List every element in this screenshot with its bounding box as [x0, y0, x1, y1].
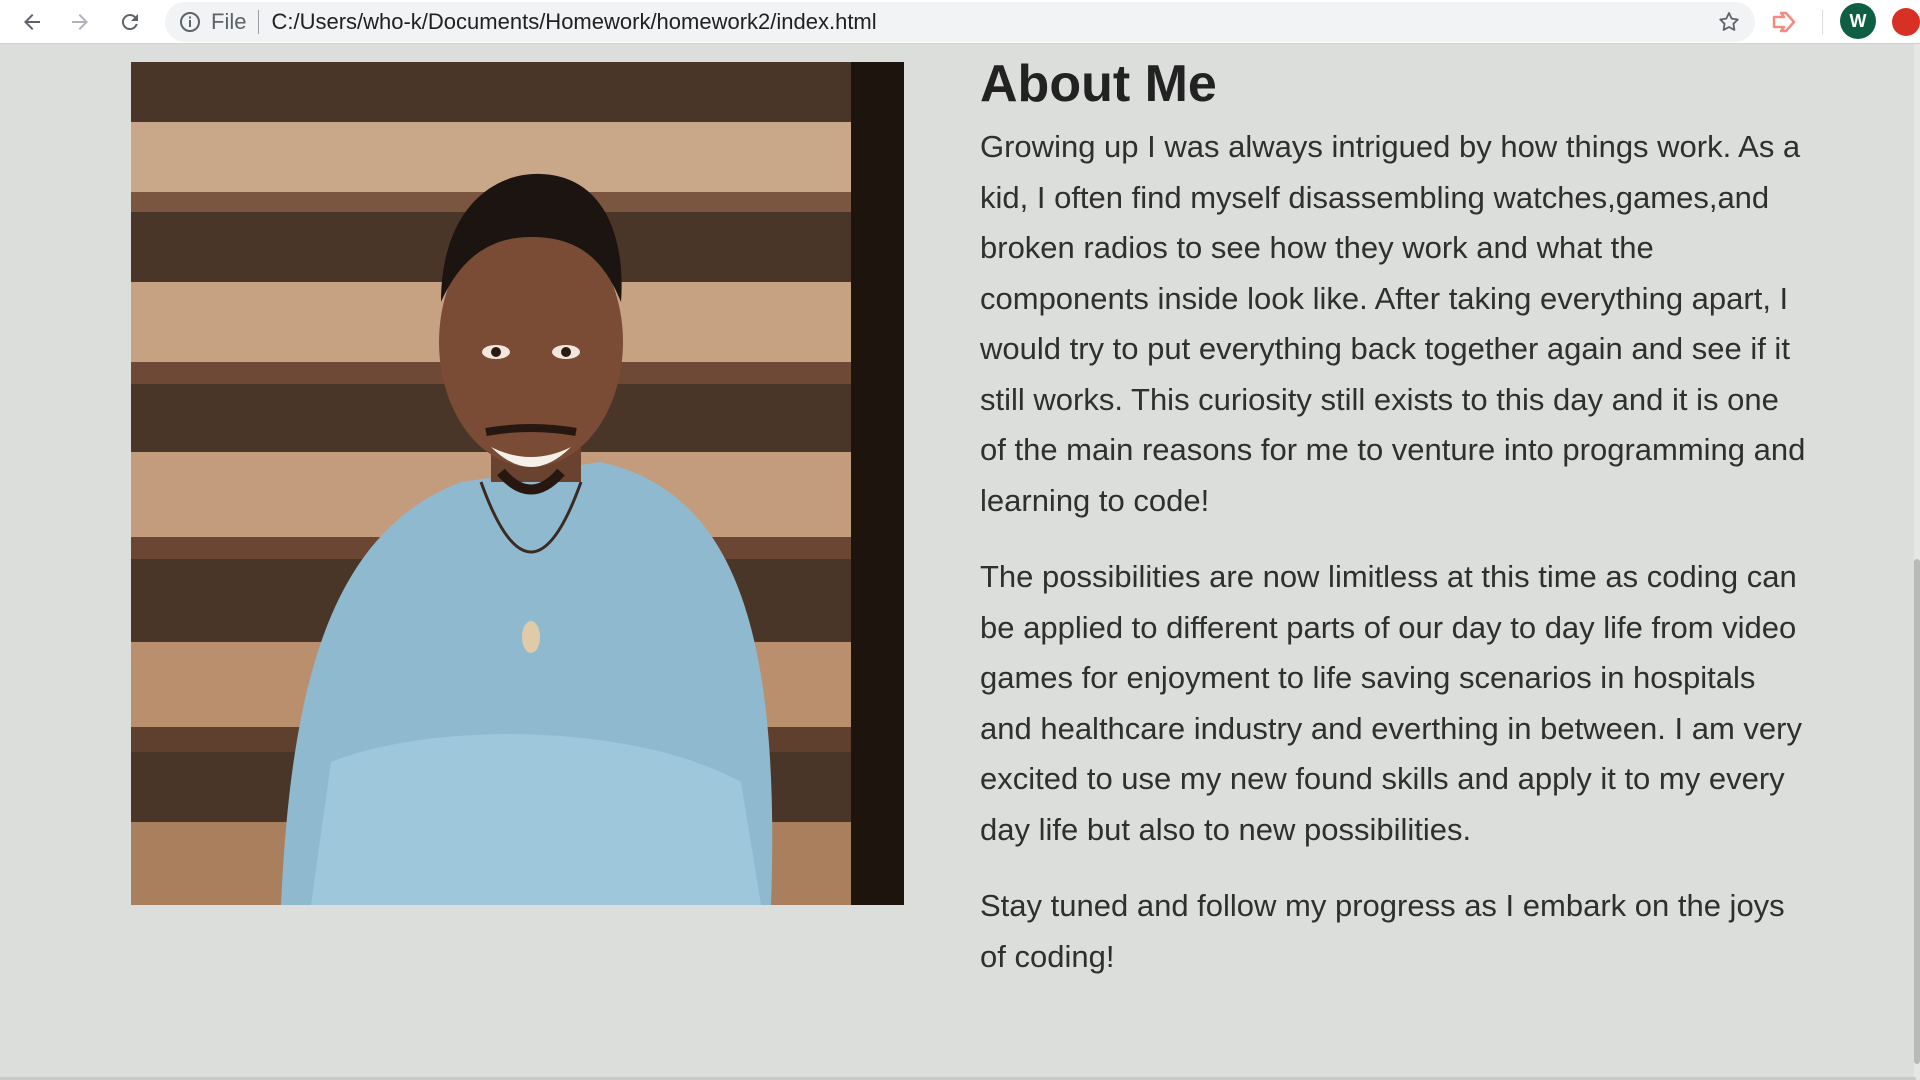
- scrollbar-thumb[interactable]: [1914, 559, 1920, 1064]
- star-icon[interactable]: [1717, 10, 1741, 34]
- back-arrow-icon[interactable]: [14, 4, 50, 40]
- about-paragraph-3: Stay tuned and follow my progress as I e…: [980, 888, 1785, 974]
- forward-arrow-icon[interactable]: [62, 4, 98, 40]
- address-bar[interactable]: File C:/Users/who-k/Documents/Homework/h…: [165, 2, 1755, 42]
- url-divider: [258, 10, 260, 34]
- info-icon[interactable]: [179, 11, 201, 33]
- about-section: About Me Growing up I was always intrigu…: [980, 44, 1810, 1008]
- extension-icon[interactable]: [1770, 8, 1798, 36]
- profile-avatar[interactable]: W: [1840, 3, 1876, 39]
- update-icon[interactable]: [1892, 8, 1920, 36]
- file-scheme-label: File: [211, 9, 247, 34]
- page-title: About Me: [980, 55, 1217, 113]
- about-paragraph-2: The possibilities are now limitless at t…: [980, 559, 1802, 847]
- portrait-illustration: [131, 62, 904, 905]
- toolbar-divider: [1822, 10, 1823, 34]
- vertical-scrollbar[interactable]: [1914, 44, 1920, 1080]
- url-text[interactable]: C:/Users/who-k/Documents/Homework/homewo…: [271, 9, 876, 35]
- page-content: About Me Growing up I was always intrigu…: [0, 44, 1916, 1080]
- browser-toolbar: File C:/Users/who-k/Documents/Homework/h…: [0, 0, 1920, 44]
- reload-icon[interactable]: [112, 4, 148, 40]
- portrait-photo: [131, 62, 904, 905]
- about-paragraph-1: Growing up I was always intrigued by how…: [980, 129, 1806, 518]
